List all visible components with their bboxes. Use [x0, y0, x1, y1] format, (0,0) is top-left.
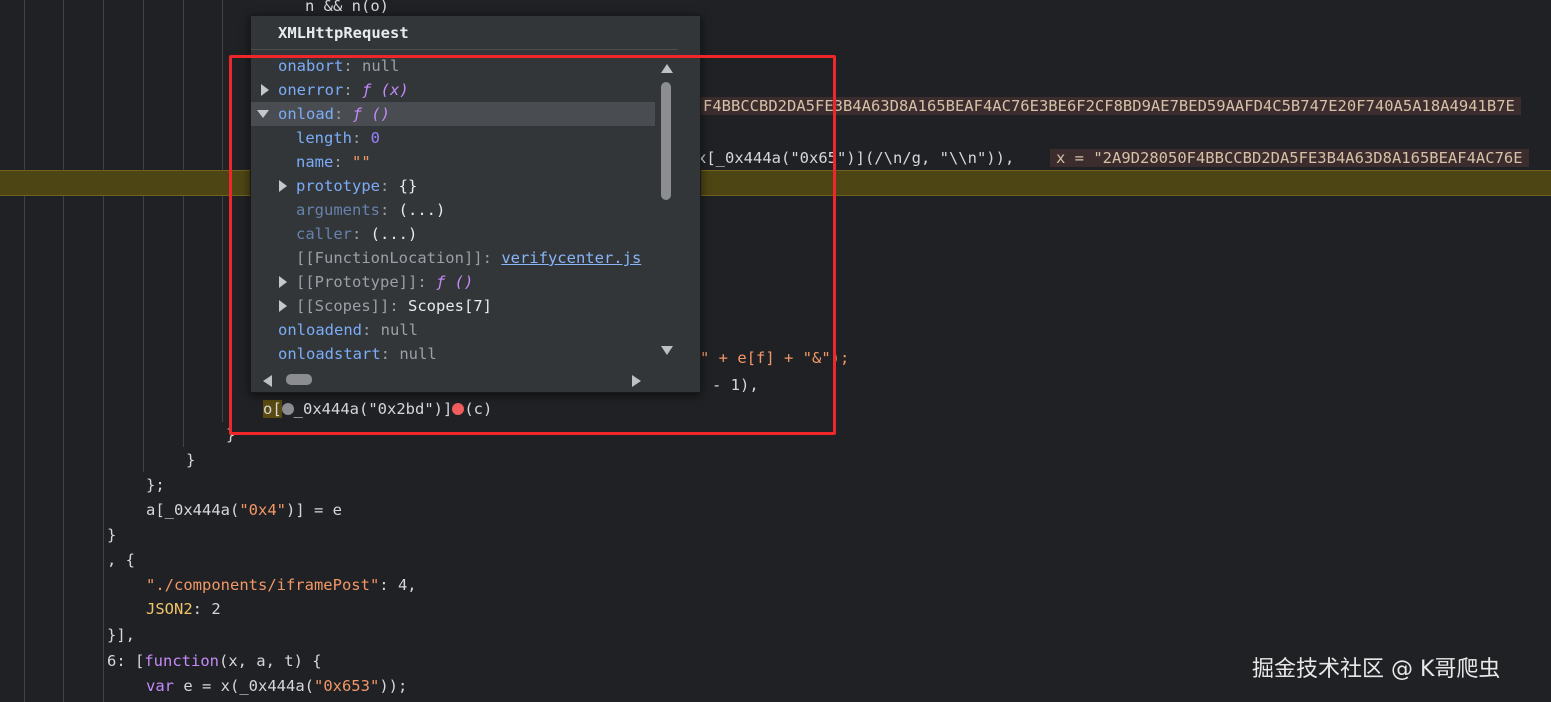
indent-guide: [222, 0, 223, 422]
watermark: 掘金技术社区 @ K哥爬虫: [1252, 657, 1501, 682]
indent-guide: [183, 0, 184, 447]
code-line: "./components/iframePost": 4,: [146, 576, 417, 594]
code-line: }],: [107, 626, 135, 644]
indent-guide: [103, 0, 104, 702]
code-line: };: [146, 476, 165, 494]
code-line: , {: [107, 551, 135, 569]
code-line: JSON2: 2: [146, 600, 221, 618]
inline-value: x = "2A9D28050F4BBCCBD2DA5FE3B4A63D8A165…: [1050, 146, 1551, 170]
code-line: var e = x(_0x444a("0x653"));: [146, 677, 408, 695]
popover-divider: [251, 49, 678, 50]
indent-guide: [63, 0, 64, 702]
code-line: a[_0x444a("0x4")] = e: [146, 501, 342, 519]
indent-guide: [143, 0, 144, 472]
code-line: }: [186, 451, 196, 469]
indent-guide: [24, 0, 25, 702]
popover-title: XMLHttpRequest: [278, 24, 409, 42]
code-line: }: [107, 526, 117, 544]
annotation-red-box: [229, 55, 836, 435]
code-line: 6: [function(x, a, t) {: [107, 652, 322, 670]
